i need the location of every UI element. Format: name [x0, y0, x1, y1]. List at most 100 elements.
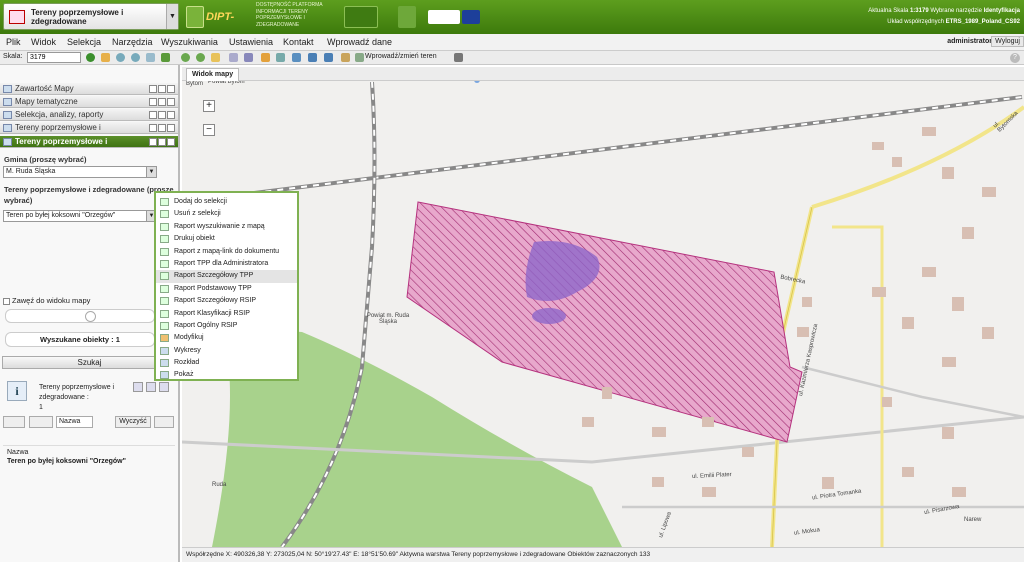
zoom-out-tool-icon[interactable]	[131, 53, 140, 62]
export-icon[interactable]	[324, 53, 333, 62]
section-controls[interactable]	[148, 98, 176, 106]
top-bar: Tereny poprzemysłowe i zdegradowane ▼ DI…	[0, 0, 1024, 47]
zoom-in-button[interactable]: +	[203, 100, 215, 112]
select-icon[interactable]	[211, 53, 220, 62]
section-controls[interactable]	[148, 138, 176, 146]
ctx-usun-z-selekcji[interactable]: Usuń z selekcji	[156, 208, 297, 220]
print-icon[interactable]	[454, 53, 463, 62]
result-label: Tereny poprzemysłowe i zdegradowane :	[39, 384, 115, 401]
ctx-raport-klasyfikacji-rsip[interactable]: Raport Klasyfikacji RSIP	[156, 308, 297, 320]
print-preview-icon[interactable]	[276, 53, 285, 62]
legend-icon[interactable]	[341, 53, 350, 62]
checkbox-icon[interactable]	[3, 297, 10, 305]
edit-terrain-icon[interactable]	[355, 53, 364, 62]
menu-narzedzia[interactable]: Narzędzia	[112, 37, 153, 47]
ctx-raport-z-mapa[interactable]: Raport z mapą-link do dokumentu	[156, 246, 297, 258]
result-toolbar: Nazwa Wyczyść	[3, 415, 175, 430]
full-extent-icon[interactable]	[161, 53, 170, 62]
chevron-down-icon[interactable]: ▼	[166, 4, 178, 29]
scale-input[interactable]	[27, 52, 81, 63]
menu-ustawienia[interactable]: Ustawienia	[229, 37, 273, 47]
forward-icon[interactable]	[196, 53, 205, 62]
zoom-in-tool-icon[interactable]	[116, 53, 125, 62]
sort-select[interactable]: Nazwa	[56, 416, 93, 428]
tab-widok-mapy[interactable]: Widok mapy	[186, 68, 240, 81]
area-icon[interactable]	[244, 53, 253, 62]
enter-terrain-button[interactable]: Wprowadź/zmień teren	[365, 53, 437, 60]
ctx-label: Dodaj do selekcji	[174, 198, 227, 205]
zoom-out-button[interactable]: −	[203, 124, 215, 136]
ctx-wykresy[interactable]: Wykresy	[156, 345, 297, 357]
ctx-modyfikuj[interactable]: Modyfikuj	[156, 332, 297, 344]
section-mapy-tematyczne[interactable]: Mapy tematyczne	[0, 96, 178, 108]
ctx-raport-ogolny-rsip[interactable]: Raport Ogólny RSIP	[156, 320, 297, 332]
chevron-down-icon[interactable]: ▼	[146, 167, 156, 177]
report-icon	[160, 259, 169, 268]
section-zawartosc-mapy[interactable]: Zawartość Mapy	[0, 83, 178, 95]
map-window-controls[interactable]	[996, 69, 1020, 79]
clear-button[interactable]: Wyczyść	[115, 416, 151, 428]
sort-icon[interactable]	[29, 416, 53, 428]
menu-wprowadz-dane[interactable]: Wprowadź dane	[327, 37, 392, 47]
details-icon[interactable]	[159, 382, 169, 392]
ctx-pokaz[interactable]: Pokaż	[156, 369, 297, 381]
report-icon	[160, 321, 169, 330]
collapse-icon[interactable]	[154, 416, 174, 428]
user-name: administrator	[947, 38, 992, 45]
ctx-raport-tpp-admin[interactable]: Raport TPP dla Administratora	[156, 258, 297, 270]
map-view[interactable]: Powiat Bytom Bytom Powiat m. Ruda Śląska…	[182, 67, 1024, 547]
menu-wyszukiwania[interactable]: Wyszukiwania	[161, 37, 218, 47]
search-button[interactable]: Szukaj	[2, 356, 177, 369]
pencil-icon[interactable]	[261, 53, 270, 62]
export-icon[interactable]	[3, 416, 25, 428]
result-item[interactable]: i Tereny poprzemysłowe i zdegradowane : …	[3, 376, 175, 412]
brand-logo: DIPT-TPP	[206, 11, 235, 47]
ctx-raport-szczegolowy-tpp[interactable]: Raport Szczegółowy TPP	[156, 270, 297, 283]
found-count: Wyszukane obiekty : 1	[5, 332, 155, 347]
ctx-rozklad[interactable]: Rozkład	[156, 357, 297, 369]
panel-window-controls[interactable]	[150, 73, 178, 81]
section-controls[interactable]	[148, 124, 176, 132]
menu-widok[interactable]: Widok	[31, 37, 56, 47]
section-selekcja[interactable]: Selekcja, analizy, raporty	[0, 109, 178, 121]
section-tereny[interactable]: Tereny poprzemysłowe i	[0, 122, 178, 134]
region-logo-icon	[398, 6, 416, 28]
menu-selekcja[interactable]: Selekcja	[67, 37, 101, 47]
select-result-icon[interactable]	[146, 382, 156, 392]
report-icon	[160, 247, 169, 256]
menu-bar: Plik Widok Selekcja Narzędzia Wyszukiwan…	[0, 34, 1024, 51]
menu-plik[interactable]: Plik	[6, 37, 21, 47]
layers-icon[interactable]	[292, 53, 301, 62]
table-icon[interactable]	[308, 53, 317, 62]
ctx-label: Usuń z selekcji	[174, 210, 221, 218]
menu-kontakt[interactable]: Kontakt	[283, 37, 314, 47]
logout-button[interactable]: Wyloguj	[991, 36, 1024, 47]
selection-icon	[3, 111, 12, 119]
zoom-to-icon[interactable]	[133, 382, 143, 392]
label-powiat-ruda: Powiat m. Ruda Śląska	[366, 313, 410, 325]
tpp-select[interactable]: Teren po byłej koksowni "Orzegów" ▼	[3, 210, 157, 222]
ctx-dodaj-do-selekcji[interactable]: Dodaj do selekcji	[156, 196, 297, 208]
layer-selector[interactable]: Tereny poprzemysłowe i zdegradowane ▼	[3, 3, 179, 30]
terrain-icon	[3, 138, 12, 146]
back-icon[interactable]	[181, 53, 190, 62]
section-controls[interactable]	[148, 85, 176, 93]
ctx-drukuj-obiekt[interactable]: Drukuj obiekt	[156, 233, 297, 245]
ctx-raport-podstawowy-tpp[interactable]: Raport Podstawowy TPP	[156, 283, 297, 295]
measure-icon[interactable]	[229, 53, 238, 62]
pan-tool-icon[interactable]	[101, 53, 110, 62]
map-canvas[interactable]	[182, 67, 1024, 547]
ctx-raport-wyszukiwanie[interactable]: Raport wyszukiwanie z mapą	[156, 221, 297, 233]
help-icon[interactable]: ?	[1010, 53, 1020, 63]
info-tool-icon[interactable]	[86, 53, 95, 62]
distribution-icon	[160, 359, 169, 368]
section-label: Tereny poprzemysłowe i	[15, 123, 101, 132]
selected-area-2[interactable]	[532, 308, 566, 324]
section-tereny-active[interactable]: Tereny poprzemysłowe i	[0, 136, 178, 148]
zawez-checkbox[interactable]: Zawęź do widoku mapy	[3, 296, 90, 305]
gmina-select[interactable]: M. Ruda Śląska ▼	[3, 166, 157, 178]
section-controls[interactable]	[148, 111, 176, 119]
pencil-icon	[160, 334, 169, 343]
zoom-box-icon[interactable]	[146, 53, 155, 62]
ctx-raport-szczegolowy-rsip[interactable]: Raport Szczegółowy RSIP	[156, 295, 297, 307]
